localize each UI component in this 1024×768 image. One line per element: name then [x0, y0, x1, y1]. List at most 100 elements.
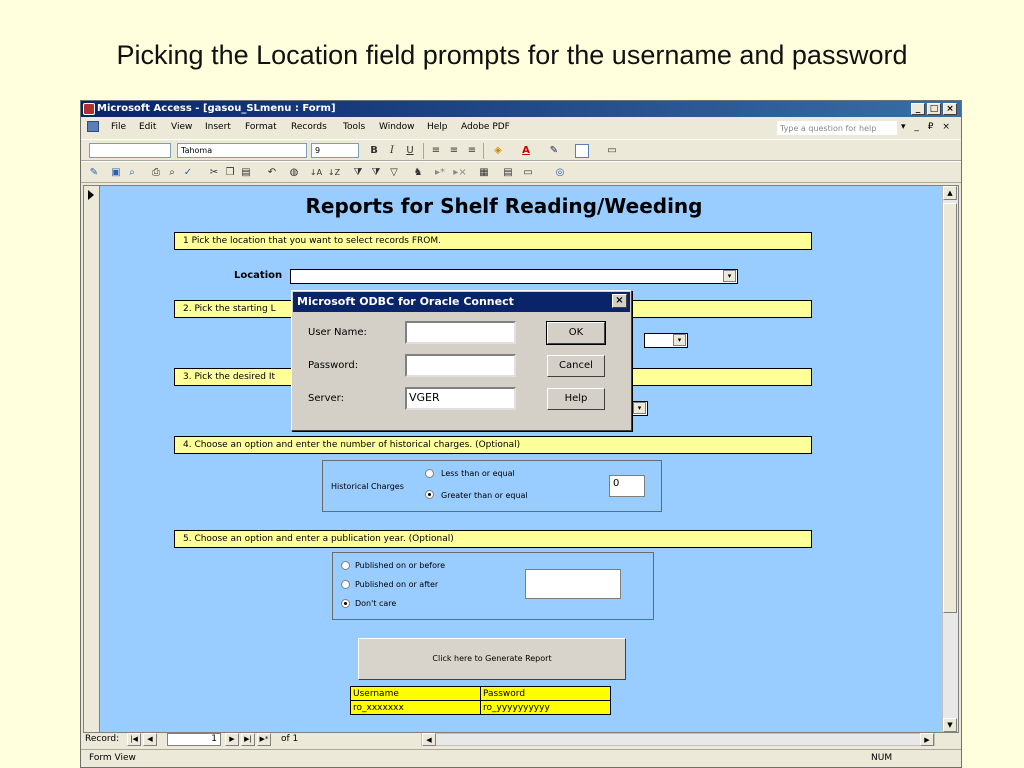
credentials-table: Username Password ro_xxxxxxx ro_yyyyyyyy…: [350, 686, 611, 715]
password-header: Password: [480, 686, 611, 701]
username-input[interactable]: [405, 321, 516, 344]
table-row: Username Password: [350, 686, 611, 701]
ok-button[interactable]: OK: [546, 321, 606, 345]
align-right-icon[interactable]: ≡: [465, 144, 479, 158]
line-width-icon[interactable]: ▭: [605, 144, 619, 158]
form-icon: [87, 121, 99, 132]
record-selector[interactable]: [84, 186, 100, 732]
print-preview-icon[interactable]: ⌕: [165, 166, 179, 180]
undo-icon[interactable]: ↶: [265, 166, 279, 180]
cancel-button[interactable]: Cancel: [547, 355, 605, 377]
next-record-button[interactable]: ▶: [225, 733, 239, 746]
generate-report-button[interactable]: Click here to Generate Report: [358, 638, 626, 680]
align-center-icon[interactable]: ≡: [447, 144, 461, 158]
cut-icon[interactable]: ✂: [207, 166, 221, 180]
font-combo[interactable]: Tahoma: [177, 143, 307, 158]
menu-insert[interactable]: Insert: [205, 122, 231, 132]
scroll-thumb[interactable]: [943, 203, 957, 613]
last-record-button[interactable]: ▶|: [241, 733, 255, 746]
access-app-icon: [83, 103, 95, 115]
server-input[interactable]: VGER: [405, 387, 516, 410]
dialog-close-button[interactable]: ×: [612, 294, 627, 308]
close-button[interactable]: ×: [943, 103, 957, 115]
chevron-down-icon[interactable]: ▾: [673, 334, 686, 346]
first-record-button[interactable]: |◀: [127, 733, 141, 746]
minimize-button[interactable]: _: [911, 103, 925, 115]
filter-by-form-icon[interactable]: ⧩: [369, 166, 383, 180]
username-label: User Name:: [308, 327, 367, 338]
menu-view[interactable]: View: [171, 122, 192, 132]
line-color-icon[interactable]: ✎: [547, 144, 561, 158]
previous-record-button[interactable]: ◀: [143, 733, 157, 746]
find-icon[interactable]: ♞: [411, 166, 425, 180]
chevron-down-icon[interactable]: ▾: [723, 270, 736, 282]
publication-year-input[interactable]: [525, 569, 621, 599]
paste-icon[interactable]: ▤: [239, 166, 253, 180]
font-size-combo[interactable]: 9: [311, 143, 359, 158]
sort-descending-icon[interactable]: ↓Z: [327, 166, 341, 180]
password-input[interactable]: [405, 354, 516, 377]
search-icon[interactable]: ⌕: [125, 166, 139, 180]
menu-help[interactable]: Help: [427, 122, 448, 132]
option-less-or-equal: Less than or equal: [441, 469, 515, 478]
record-navigation: Record: |◀ ◀ 1 ▶ ▶| ▶* of 1 ◀ ▶: [81, 733, 961, 747]
menu-edit[interactable]: Edit: [139, 122, 156, 132]
italic-button[interactable]: I: [385, 144, 399, 158]
fill-color-icon[interactable]: ◈: [491, 144, 505, 158]
username-value: ro_xxxxxxx: [350, 700, 481, 715]
copy-icon[interactable]: ❐: [223, 166, 237, 180]
scroll-left-button[interactable]: ◀: [422, 733, 436, 746]
new-record-icon[interactable]: ▸*: [433, 166, 447, 180]
form-detail-section: ▲ ▼ Reports for Shelf Reading/Weeding 1 …: [83, 185, 959, 733]
window-titlebar[interactable]: Microsoft Access - [gasou_SLmenu : Form]: [81, 101, 961, 117]
current-record-input[interactable]: 1: [167, 733, 221, 746]
historical-charges-input[interactable]: 0: [609, 475, 645, 497]
chevron-down-icon[interactable]: ▾: [633, 402, 646, 414]
scroll-right-button[interactable]: ▶: [920, 733, 934, 746]
menu-window[interactable]: Window: [379, 122, 415, 132]
properties-icon[interactable]: ▦: [477, 166, 491, 180]
database-window-icon[interactable]: ▤: [501, 166, 515, 180]
help-button[interactable]: Help: [547, 388, 605, 410]
location-combo[interactable]: ▾: [290, 269, 738, 284]
underline-button[interactable]: U: [403, 144, 417, 158]
object-combo[interactable]: [89, 143, 171, 158]
menu-tools[interactable]: Tools: [343, 122, 365, 132]
starting-location-combo[interactable]: ▾: [644, 333, 688, 348]
spelling-icon[interactable]: ✓: [181, 166, 195, 180]
radio-dont-care[interactable]: [341, 599, 350, 608]
status-num: NUM: [871, 753, 893, 763]
border-style-icon[interactable]: [575, 144, 589, 158]
save-icon[interactable]: ▣: [109, 166, 123, 180]
view-icon[interactable]: ✎: [87, 166, 101, 180]
radio-less-or-equal[interactable]: [425, 469, 434, 478]
help-search-input[interactable]: Type a question for help: [777, 121, 897, 135]
apply-filter-icon[interactable]: ▽: [387, 166, 401, 180]
scroll-down-button[interactable]: ▼: [943, 718, 957, 732]
new-object-icon[interactable]: ▭: [521, 166, 535, 180]
menu-adobe-pdf[interactable]: Adobe PDF: [461, 122, 510, 132]
sort-ascending-icon[interactable]: ↓A: [309, 166, 323, 180]
print-icon[interactable]: ⎙: [149, 166, 163, 180]
menu-records[interactable]: Records: [291, 122, 327, 132]
align-left-icon[interactable]: ≡: [429, 144, 443, 158]
filter-by-selection-icon[interactable]: ⧩: [351, 166, 365, 180]
menu-format[interactable]: Format: [245, 122, 277, 132]
restore-button[interactable]: □: [927, 103, 941, 115]
delete-record-icon[interactable]: ▸×: [453, 166, 467, 180]
hyperlink-icon[interactable]: ◍: [287, 166, 301, 180]
document-controls[interactable]: ▾ _ ₽ ×: [901, 122, 953, 132]
horizontal-scrollbar[interactable]: ◀ ▶: [421, 733, 935, 746]
vertical-scrollbar[interactable]: ▲ ▼: [942, 186, 958, 732]
radio-published-before[interactable]: [341, 561, 350, 570]
font-color-icon[interactable]: A: [519, 144, 533, 158]
help-icon[interactable]: ◎: [553, 166, 567, 180]
radio-greater-or-equal[interactable]: [425, 490, 434, 499]
bold-button[interactable]: B: [367, 144, 381, 158]
scroll-up-button[interactable]: ▲: [943, 186, 957, 200]
form-heading: Reports for Shelf Reading/Weeding: [305, 194, 703, 218]
menu-file[interactable]: File: [111, 122, 126, 132]
new-record-button[interactable]: ▶*: [257, 733, 271, 746]
radio-published-after[interactable]: [341, 580, 350, 589]
dialog-titlebar[interactable]: Microsoft ODBC for Oracle Connect: [293, 292, 630, 312]
